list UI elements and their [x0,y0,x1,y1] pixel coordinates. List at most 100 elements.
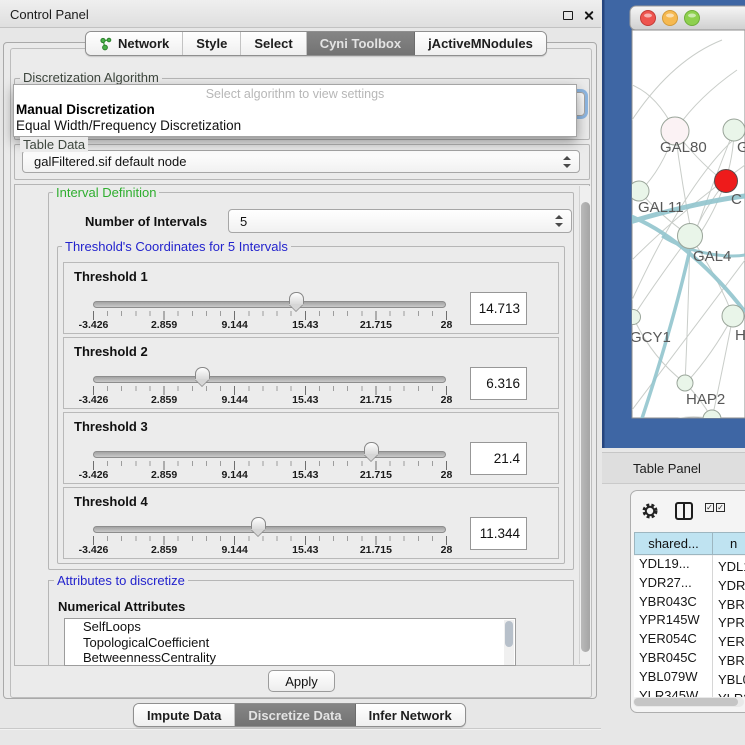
label-gcy1: GCY1 [630,329,671,346]
table-data-combo[interactable]: galFiltered.sif default node [22,150,580,173]
threshold-panel: Threshold 1 -3.4262.8599.14415.4321.7152… [63,262,559,334]
table-row[interactable]: YPR145WYPR1 [634,612,745,631]
threshold-slider-track[interactable] [93,301,446,308]
cell-shared-name: YER054C [634,631,712,646]
threshold-panel: Threshold 4 -3.4262.8599.14415.4321.7152… [63,487,559,559]
node-red-selected[interactable] [715,170,738,193]
table-row[interactable]: YBR045CYBR0 [634,650,745,669]
tick-label: 9.144 [222,469,248,481]
numerical-attributes-heading: Numerical Attributes [58,599,185,614]
float-window-icon[interactable] [563,11,573,20]
tab-impute-data[interactable]: Impute Data [134,704,235,726]
tick-label: 21.715 [360,544,392,556]
cell-shared-name: YDL19... [634,556,712,571]
node-gal4[interactable] [678,224,703,249]
tab-network[interactable]: Network [86,32,183,55]
combo-arrows-icon [555,215,563,227]
label-c-partial: C [731,191,742,208]
tick-label: 28 [441,544,453,556]
cell-name: YBL0 [712,672,745,687]
threshold-slider-thumb[interactable] [289,292,304,304]
select-columns-icon[interactable]: ✓ ✓ [705,503,725,512]
threshold-slider-thumb[interactable] [251,517,266,529]
column-header-shared-name[interactable]: shared... [634,532,713,555]
number-of-intervals-combo[interactable]: 5 [228,209,572,233]
threshold-slider-track[interactable] [93,451,446,458]
settings-scrollbar-thumb[interactable] [581,202,590,652]
tick-label: -3.426 [79,319,109,331]
table-row[interactable]: YDL19...YDL1 [634,556,745,575]
control-panel-tabbar: Network Style Select Cyni Toolbox jActiv… [85,31,547,56]
table-row[interactable]: YBL079WYBL0 [634,669,745,688]
threshold-panel: Threshold 3 -3.4262.8599.14415.4321.7152… [63,412,559,484]
gear-icon[interactable] [641,502,659,520]
apply-button[interactable]: Apply [268,670,335,692]
screen: Control Panel Network Style Select Cyni … [0,0,745,745]
combo-arrows-icon [563,156,571,168]
node-h[interactable] [722,305,744,327]
table-row[interactable]: YLR345WYLR3 [634,688,745,697]
tab-discretize-data[interactable]: Discretize Data [235,704,355,726]
column-header-name[interactable]: n [712,532,745,555]
threshold-slider-thumb[interactable] [195,367,210,379]
attributes-scrollbar-track[interactable] [504,620,514,666]
minimize-traffic-light[interactable] [663,11,678,26]
columns-icon[interactable] [675,502,693,520]
tab-infer-network[interactable]: Infer Network [356,704,465,726]
tab-style[interactable]: Style [183,32,241,55]
popup-option-manual-discretization[interactable]: Manual Discretization [16,102,155,117]
close-icon[interactable] [583,10,594,21]
tab-select[interactable]: Select [241,32,306,55]
table-hscrollbar-thumb[interactable] [634,698,738,706]
table-row[interactable]: YBR043CYBR0 [634,594,745,613]
numerical-attributes-list[interactable]: SelfLoopsTopologicalCoefficientBetweenne… [64,618,516,666]
tick-label: 15.43 [292,319,318,331]
number-of-intervals-label: Number of Intervals [85,214,207,229]
node-top-right[interactable] [723,119,745,141]
threshold-slider-track[interactable] [93,526,446,533]
tab-jactivemnodules[interactable]: jActiveMNodules [415,32,546,55]
tab-jactivemnodules-label: jActiveMNodules [428,36,533,51]
cell-name: YBR0 [712,597,745,612]
threshold-label: Threshold 3 [74,419,148,434]
zoom-traffic-light[interactable] [685,11,700,26]
tick-label: 9.144 [222,544,248,556]
cell-name: YDR2 [712,578,745,593]
close-traffic-light[interactable] [641,11,656,26]
node-gal11[interactable] [629,181,649,201]
tick-label: 2.859 [151,319,177,331]
popup-option-equal-width-frequency[interactable]: Equal Width/Frequency Discretization [16,118,241,133]
node-table-rows[interactable]: YDL19...YDL1YDR27...YDR2YBR043CYBR0YPR14… [634,556,745,697]
discretization-algorithm-title: Discretization Algorithm [20,70,162,85]
network-view-window[interactable]: GAL80 G. C GAL11 GAL4 GCY1 H HAP2 [602,0,745,448]
table-row[interactable]: YER054CYER0 [634,631,745,650]
tab-discretize-data-label: Discretize Data [248,708,341,723]
threshold-slider-track[interactable] [93,376,446,383]
label-gal80: GAL80 [660,139,707,156]
tick-label: 28 [441,394,453,406]
attribute-list-item[interactable]: BetweennessCentrality [65,650,515,666]
threshold-value-field[interactable]: 14.713 [470,292,527,325]
thresholds-group-title: Threshold's Coordinates for 5 Intervals [62,239,291,254]
tab-network-label: Network [118,36,169,51]
control-panel-titlebar: Control Panel [0,0,601,28]
table-row[interactable]: YDR27...YDR2 [634,575,745,594]
tick-label: 9.144 [222,394,248,406]
slider-ticks [93,461,448,470]
attributes-scrollbar-thumb[interactable] [505,621,513,647]
table-hscrollbar-track[interactable] [633,697,744,707]
table-panel-header: Table Panel [602,452,745,484]
threshold-value-field[interactable]: 11.344 [470,517,527,550]
node-hap2[interactable] [677,375,693,391]
threshold-value-field[interactable]: 6.316 [470,367,527,400]
attribute-list-item[interactable]: SelfLoops [65,619,515,635]
threshold-slider-thumb[interactable] [364,442,379,454]
table-data-combo-value: galFiltered.sif default node [34,154,186,169]
algorithm-popup-hint: Select algorithm to view settings [14,87,576,101]
tab-cyni-toolbox[interactable]: Cyni Toolbox [307,32,415,55]
attribute-list-item[interactable]: TopologicalCoefficient [65,635,515,651]
threshold-value-field[interactable]: 21.4 [470,442,527,475]
cell-name: YPR1 [712,615,745,630]
algorithm-popup: Select algorithm to view settings Manual… [13,84,577,137]
cell-shared-name: YBR045C [634,650,712,665]
